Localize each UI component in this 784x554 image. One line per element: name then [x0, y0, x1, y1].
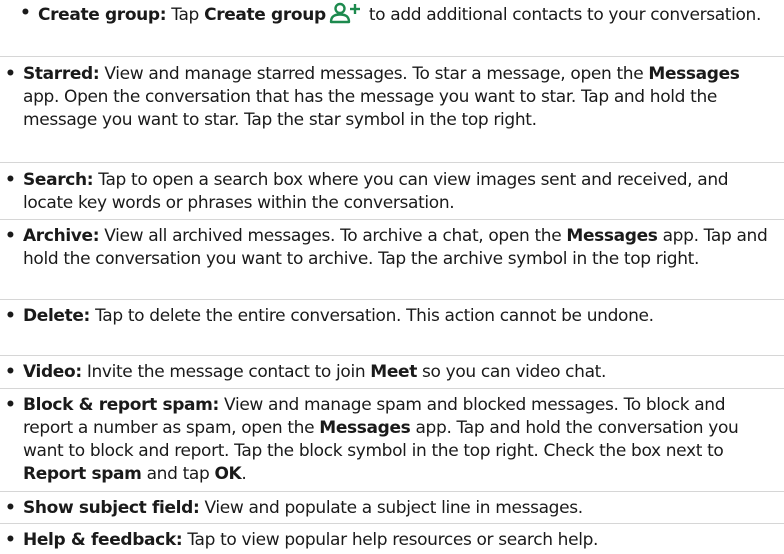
- divider: [0, 388, 784, 389]
- bullet: •: [5, 306, 16, 326]
- bullet: •: [5, 498, 16, 518]
- list-item-create-group: • Create group: Tap Create group to add …: [20, 2, 780, 27]
- list-item-text: Video: Invite the message contact to joi…: [23, 362, 607, 382]
- bullet: •: [5, 362, 16, 382]
- list-item-search: • Search: Tap to open a search box where…: [5, 169, 780, 215]
- list-item-text: Help & feedback: Tap to view popular hel…: [23, 530, 599, 550]
- divider: [0, 219, 784, 220]
- ui-reference: Messages: [319, 418, 411, 438]
- ui-reference: Messages: [566, 226, 658, 246]
- divider: [0, 523, 784, 524]
- term-label: Search:: [23, 170, 94, 190]
- term-label: Block & report spam:: [23, 395, 219, 415]
- list-item-starred: • Starred: View and manage starred messa…: [5, 63, 780, 132]
- list-item-video: • Video: Invite the message contact to j…: [5, 361, 780, 384]
- bullet: •: [5, 64, 16, 84]
- list-item-text: Starred: View and manage starred message…: [23, 64, 740, 130]
- ui-reference: Create group: [204, 5, 326, 25]
- divider: [0, 56, 784, 57]
- ui-reference: Report spam: [23, 464, 142, 484]
- add-person-icon: [328, 2, 362, 24]
- divider: [0, 162, 784, 163]
- list-item-text: Archive: View all archived messages. To …: [23, 226, 768, 269]
- divider: [0, 299, 784, 300]
- bullet: •: [20, 3, 31, 23]
- term-label: Create group:: [38, 5, 167, 25]
- list-item-text: Show subject field: View and populate a …: [23, 498, 583, 518]
- list-item-text: Block & report spam: View and manage spa…: [23, 395, 739, 484]
- list-item-text: Create group: Tap Create group to add ad…: [20, 2, 780, 27]
- ui-reference: Messages: [648, 64, 740, 84]
- bullet: •: [5, 226, 16, 246]
- term-label: Video:: [23, 362, 82, 382]
- term-label: Help & feedback:: [23, 530, 183, 550]
- list-item-archive: • Archive: View all archived messages. T…: [5, 225, 780, 271]
- list-item-delete: • Delete: Tap to delete the entire conve…: [5, 305, 780, 328]
- term-label: Delete:: [23, 306, 91, 326]
- bullet: •: [5, 530, 16, 550]
- list-item-block-report-spam: • Block & report spam: View and manage s…: [5, 394, 780, 486]
- list-item-text: Search: Tap to open a search box where y…: [23, 170, 729, 213]
- ui-reference: OK: [214, 464, 242, 484]
- list-item-text: Delete: Tap to delete the entire convers…: [23, 306, 654, 326]
- term-label: Archive:: [23, 226, 100, 246]
- ui-reference: Meet: [370, 362, 417, 382]
- term-label: Starred:: [23, 64, 100, 84]
- list-item-help-feedback: • Help & feedback: Tap to view popular h…: [5, 529, 780, 552]
- list-item-show-subject-field: • Show subject field: View and populate …: [5, 497, 780, 520]
- divider: [0, 491, 784, 492]
- bullet: •: [5, 170, 16, 190]
- bullet: •: [5, 395, 16, 415]
- term-label: Show subject field:: [23, 498, 200, 518]
- divider: [0, 355, 784, 356]
